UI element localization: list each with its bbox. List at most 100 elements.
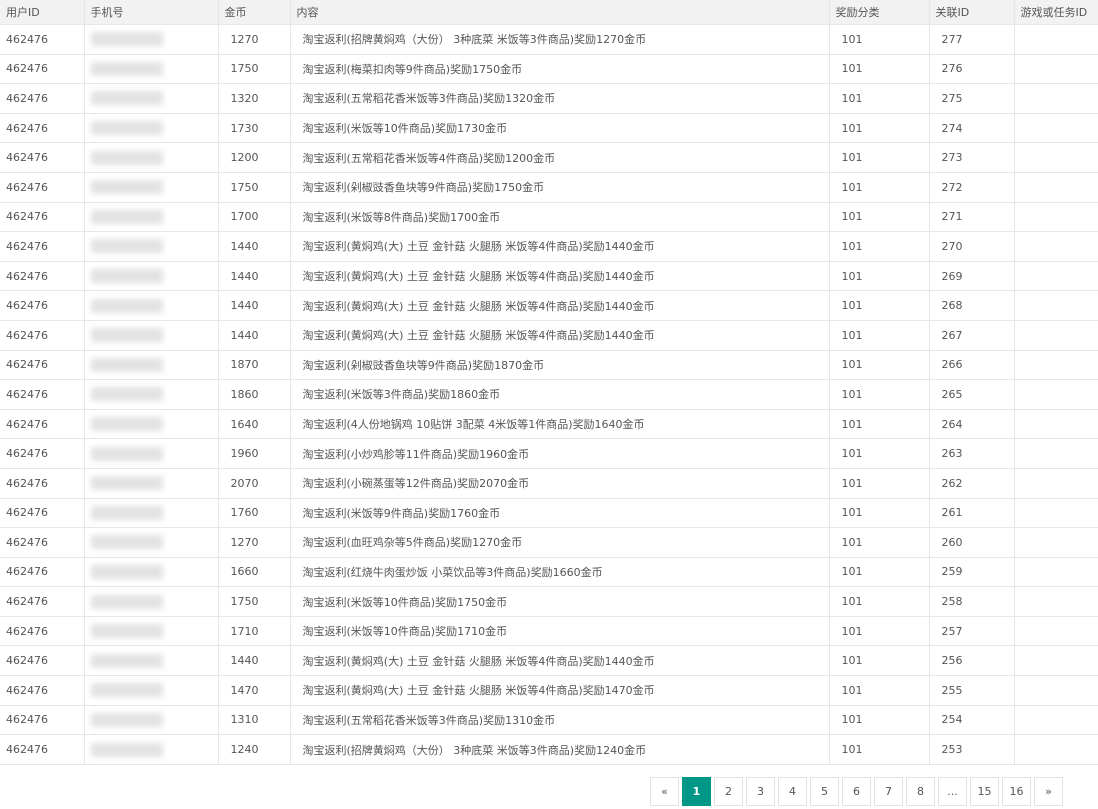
cell-coin: 1730 — [218, 113, 291, 144]
cell-related-id: 253 — [929, 734, 1015, 765]
header-reward-category: 奖励分类 — [829, 0, 930, 25]
header-phone: 手机号 — [84, 0, 219, 25]
cell-content: 淘宝返利(五常稻花香米饭等3件商品)奖励1320金币 — [290, 83, 830, 114]
cell-related-id: 268 — [929, 290, 1015, 321]
redacted-phone — [90, 239, 163, 254]
page-button-5[interactable]: 5 — [810, 777, 839, 806]
page-ellipsis[interactable]: ... — [938, 777, 967, 806]
cell-user-id: 462476 — [0, 202, 85, 233]
cell-coin: 1270 — [218, 527, 291, 558]
page-button-3[interactable]: 3 — [746, 777, 775, 806]
cell-user-id: 462476 — [0, 379, 85, 410]
cell-related-id: 275 — [929, 83, 1015, 114]
cell-game-task-id — [1014, 557, 1098, 588]
cell-game-task-id — [1014, 675, 1098, 706]
cell-game-task-id — [1014, 527, 1098, 558]
cell-game-task-id — [1014, 142, 1098, 173]
cell-coin: 1440 — [218, 261, 291, 292]
cell-coin: 1200 — [218, 142, 291, 173]
table-row: 462476 1710 淘宝返利(米饭等10件商品)奖励1710金币 101 257 — [0, 616, 1098, 647]
redacted-phone — [90, 121, 163, 136]
cell-user-id: 462476 — [0, 142, 85, 173]
redacted-phone — [90, 61, 163, 76]
page-button-7[interactable]: 7 — [874, 777, 903, 806]
cell-content: 淘宝返利(五常稻花香米饭等3件商品)奖励1310金币 — [290, 705, 830, 736]
cell-content: 淘宝返利(米饭等8件商品)奖励1700金币 — [290, 202, 830, 233]
cell-reward-category: 101 — [829, 350, 930, 381]
cell-coin: 1860 — [218, 379, 291, 410]
cell-phone — [84, 379, 219, 410]
cell-coin: 1310 — [218, 705, 291, 736]
cell-content: 淘宝返利(梅菜扣肉等9件商品)奖励1750金币 — [290, 54, 830, 85]
cell-phone — [84, 54, 219, 85]
cell-phone — [84, 202, 219, 233]
cell-user-id: 462476 — [0, 557, 85, 588]
cell-phone — [84, 83, 219, 114]
cell-reward-category: 101 — [829, 468, 930, 499]
redacted-phone — [90, 505, 163, 520]
header-related-id: 关联ID — [929, 0, 1015, 25]
cell-user-id: 462476 — [0, 438, 85, 469]
cell-content: 淘宝返利(红烧牛肉蛋炒饭 小菜饮品等3件商品)奖励1660金币 — [290, 557, 830, 588]
cell-coin: 1960 — [218, 438, 291, 469]
redacted-phone — [90, 328, 163, 343]
cell-user-id: 462476 — [0, 586, 85, 617]
cell-coin: 1440 — [218, 290, 291, 321]
table-row: 462476 1440 淘宝返利(黄焖鸡(大) 土豆 金针菇 火腿肠 米饭等4件商品… — [0, 261, 1098, 292]
redacted-phone — [90, 476, 163, 491]
cell-content: 淘宝返利(招牌黄焖鸡（大份） 3种底菜 米饭等3件商品)奖励1270金币 — [290, 24, 830, 55]
cell-content: 淘宝返利(小炒鸡胗等11件商品)奖励1960金币 — [290, 438, 830, 469]
cell-reward-category: 101 — [829, 231, 930, 262]
cell-content: 淘宝返利(米饭等10件商品)奖励1750金币 — [290, 586, 830, 617]
redacted-phone — [90, 535, 163, 550]
next-page-button[interactable]: » — [1034, 777, 1063, 806]
page-button-15[interactable]: 15 — [970, 777, 999, 806]
prev-page-button[interactable]: « — [650, 777, 679, 806]
table-row: 462476 1200 淘宝返利(五常稻花香米饭等4件商品)奖励1200金币 101 2… — [0, 142, 1098, 173]
cell-game-task-id — [1014, 409, 1098, 440]
cell-coin: 1660 — [218, 557, 291, 588]
cell-content: 淘宝返利(米饭等10件商品)奖励1730金币 — [290, 113, 830, 144]
cell-phone — [84, 586, 219, 617]
table-row: 462476 1750 淘宝返利(剁椒豉香鱼块等9件商品)奖励1750金币 101 27… — [0, 172, 1098, 203]
page-button-6[interactable]: 6 — [842, 777, 871, 806]
cell-phone — [84, 616, 219, 647]
cell-reward-category: 101 — [829, 675, 930, 706]
table-row: 462476 2070 淘宝返利(小碗蒸蛋等12件商品)奖励2070金币 101 262 — [0, 468, 1098, 499]
cell-phone — [84, 645, 219, 677]
cell-related-id: 265 — [929, 379, 1015, 410]
cell-content: 淘宝返利(剁椒豉香鱼块等9件商品)奖励1870金币 — [290, 350, 830, 381]
table-row: 462476 1440 淘宝返利(黄焖鸡(大) 土豆 金针菇 火腿肠 米饭等4件商品… — [0, 320, 1098, 351]
cell-reward-category: 101 — [829, 586, 930, 617]
page-button-2[interactable]: 2 — [714, 777, 743, 806]
page-button-16[interactable]: 16 — [1002, 777, 1031, 806]
cell-user-id: 462476 — [0, 24, 85, 55]
cell-phone — [84, 142, 219, 173]
page-button-8[interactable]: 8 — [906, 777, 935, 806]
cell-content: 淘宝返利(黄焖鸡(大) 土豆 金针菇 火腿肠 米饭等4件商品)奖励1440金币 — [290, 231, 830, 262]
table-row: 462476 1860 淘宝返利(米饭等3件商品)奖励1860金币 101 265 — [0, 379, 1098, 410]
cell-user-id: 462476 — [0, 231, 85, 262]
cell-coin: 1440 — [218, 231, 291, 262]
cell-game-task-id — [1014, 734, 1098, 765]
page-button-1[interactable]: 1 — [682, 777, 711, 806]
cell-coin: 1870 — [218, 350, 291, 381]
redacted-phone — [90, 564, 163, 579]
cell-phone — [84, 557, 219, 588]
cell-reward-category: 101 — [829, 409, 930, 440]
cell-user-id: 462476 — [0, 645, 85, 677]
cell-related-id: 273 — [929, 142, 1015, 173]
redacted-phone — [90, 180, 163, 195]
redacted-phone — [90, 209, 163, 224]
cell-phone — [84, 113, 219, 144]
reward-table: 用户ID 手机号 金币 内容 奖励分类 关联ID 游戏或任务ID 462476 1… — [0, 0, 1098, 765]
cell-user-id: 462476 — [0, 54, 85, 85]
cell-related-id: 266 — [929, 350, 1015, 381]
page-button-4[interactable]: 4 — [778, 777, 807, 806]
cell-reward-category: 101 — [829, 557, 930, 588]
cell-user-id: 462476 — [0, 83, 85, 114]
cell-coin: 2070 — [218, 468, 291, 499]
table-row: 462476 1870 淘宝返利(剁椒豉香鱼块等9件商品)奖励1870金币 101 26… — [0, 350, 1098, 381]
redacted-phone — [90, 624, 163, 639]
cell-user-id: 462476 — [0, 409, 85, 440]
